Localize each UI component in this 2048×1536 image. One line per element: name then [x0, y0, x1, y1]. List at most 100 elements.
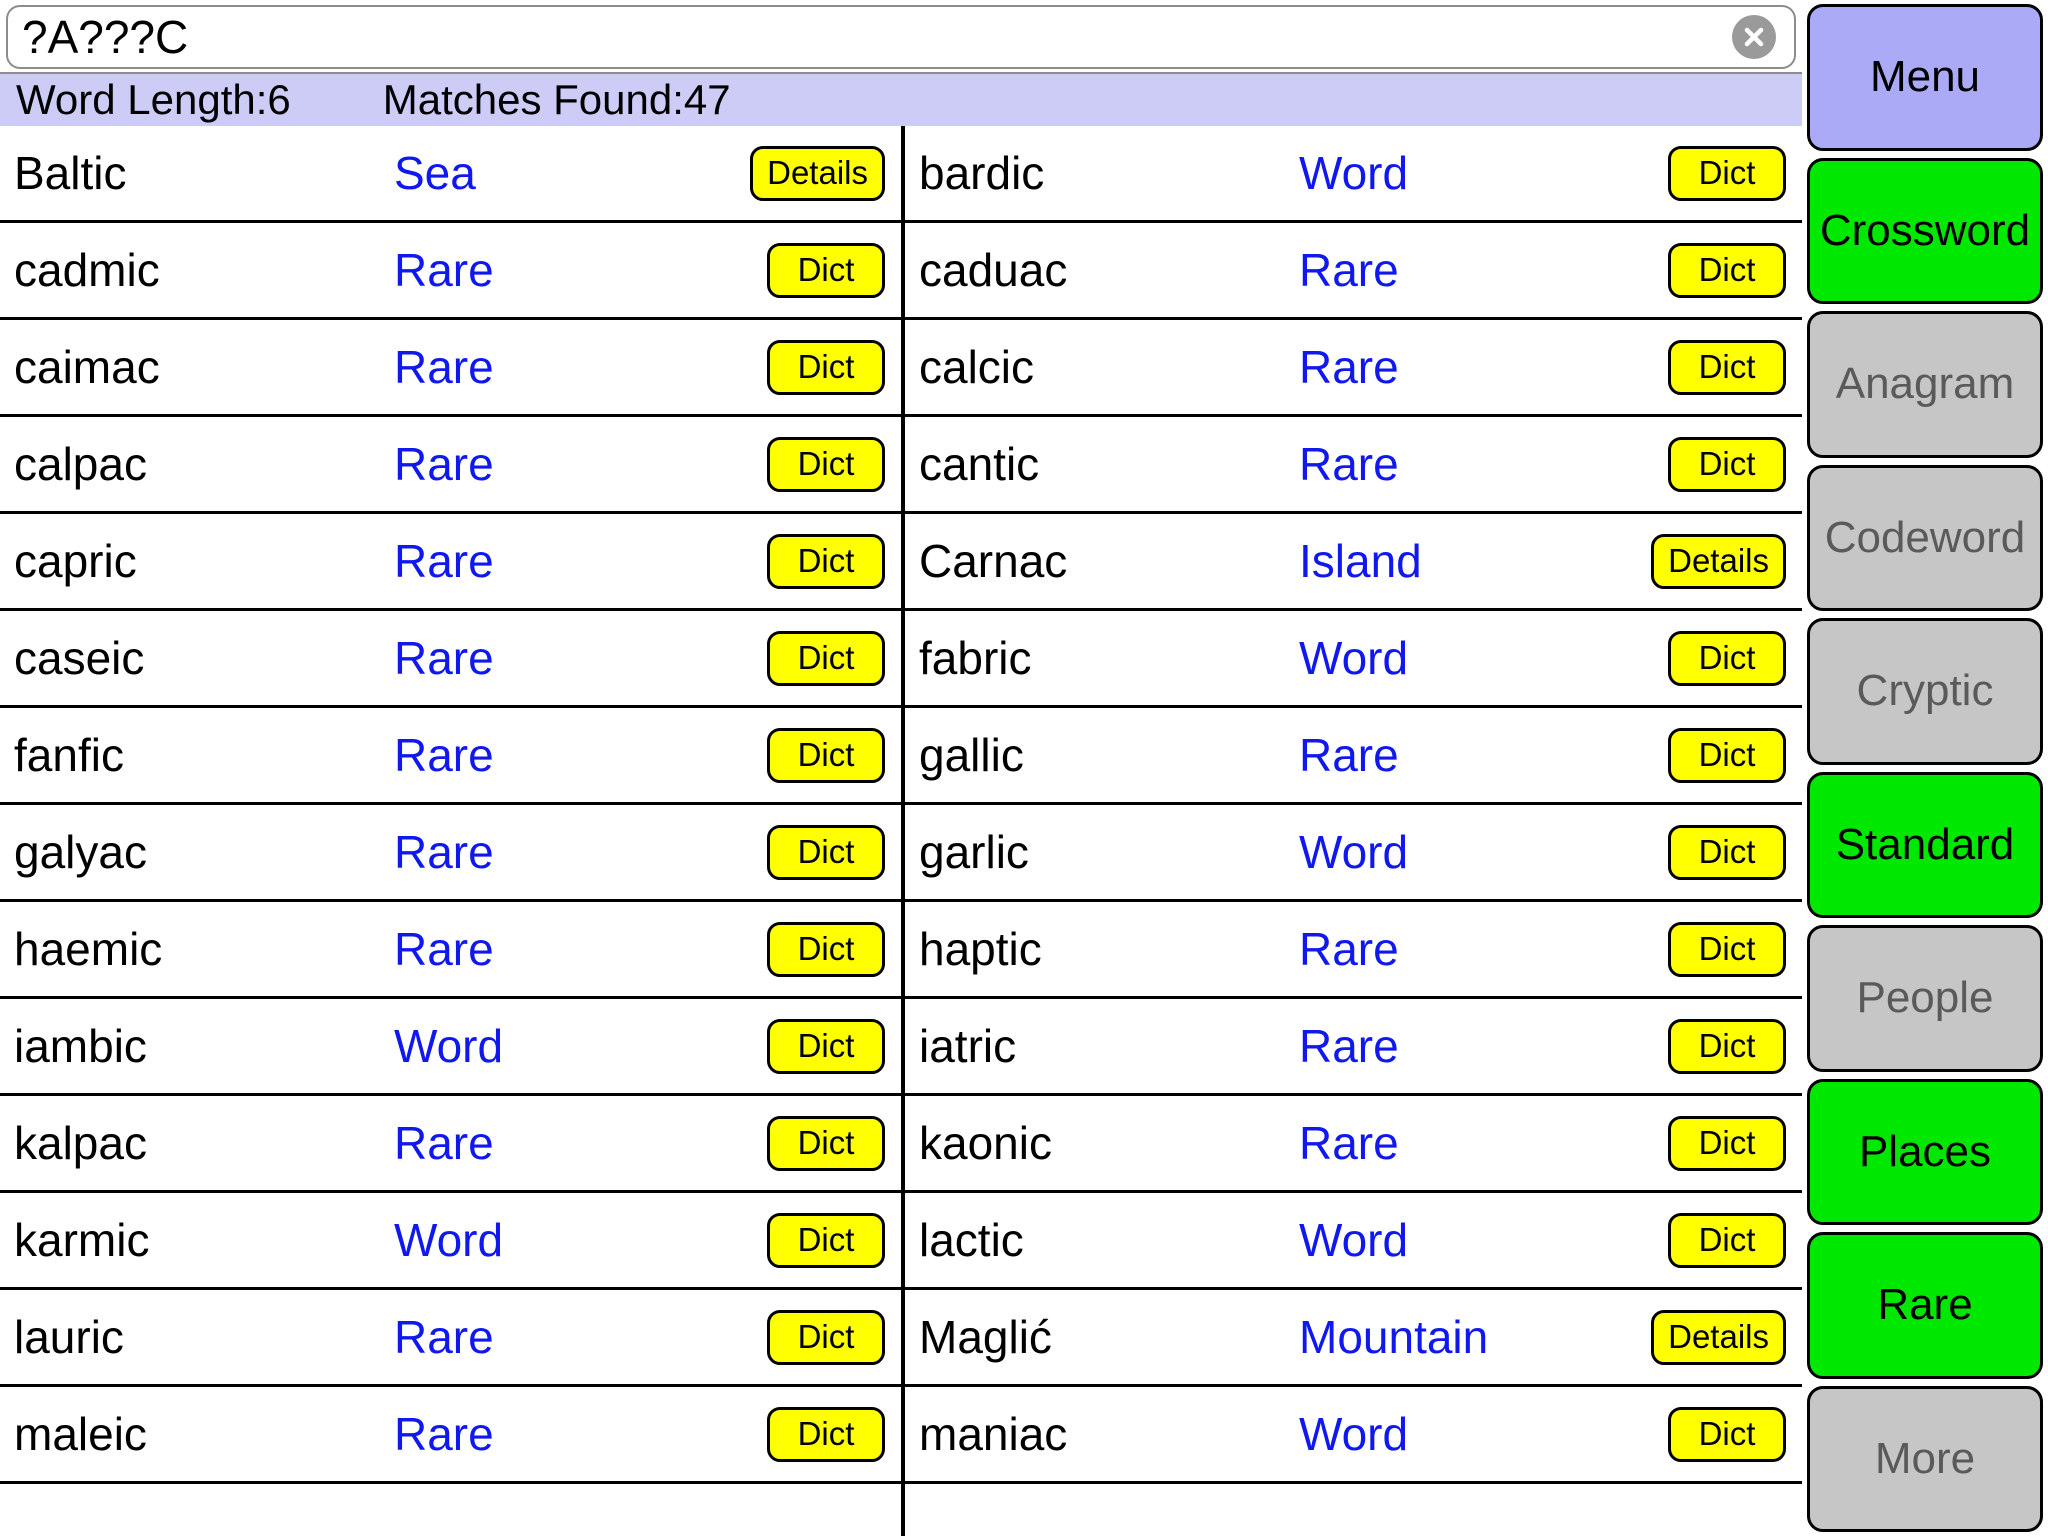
dict-button[interactable]: Dict	[1668, 1406, 1786, 1462]
table-row[interactable]: cadmic Rare Dict	[0, 223, 901, 320]
table-row[interactable]: caduac Rare Dict	[905, 223, 1802, 320]
dict-button[interactable]: Dict	[767, 1018, 885, 1074]
dict-button[interactable]: Dict	[1668, 630, 1786, 686]
table-row[interactable]: Maglić Mountain Details	[905, 1290, 1802, 1387]
dict-button[interactable]: Dict	[1668, 339, 1786, 395]
sidebar-item-crossword[interactable]: Crossword	[1807, 157, 2043, 304]
dict-button[interactable]: Dict	[1668, 727, 1786, 783]
search-bar[interactable]	[6, 5, 1796, 69]
result-category-link[interactable]: Mountain	[1299, 1310, 1626, 1364]
result-category-link[interactable]: Rare	[394, 825, 725, 879]
result-category-link[interactable]: Rare	[1299, 728, 1626, 782]
table-row[interactable]: capric Rare Dict	[0, 514, 901, 611]
dict-button[interactable]: Dict	[1668, 1018, 1786, 1074]
table-row[interactable]: haptic Rare Dict	[905, 902, 1802, 999]
result-category-link[interactable]: Rare	[1299, 437, 1626, 491]
result-category-link[interactable]: Island	[1299, 534, 1626, 588]
table-row[interactable]: fanfic Rare Dict	[0, 708, 901, 805]
details-button[interactable]: Details	[750, 145, 885, 201]
dict-button[interactable]: Dict	[767, 533, 885, 589]
table-row[interactable]: kalpac Rare Dict	[0, 1096, 901, 1193]
result-category-link[interactable]: Rare	[394, 534, 725, 588]
table-row[interactable]: cantic Rare Dict	[905, 417, 1802, 514]
result-category-link[interactable]: Rare	[394, 1407, 725, 1461]
dict-button[interactable]: Dict	[1668, 145, 1786, 201]
result-category-link[interactable]: Word	[394, 1019, 725, 1073]
table-row[interactable]: bardic Word Dict	[905, 126, 1802, 223]
table-row[interactable]: iatric Rare Dict	[905, 999, 1802, 1096]
result-category-link[interactable]: Sea	[394, 146, 725, 200]
table-row[interactable]: caseic Rare Dict	[0, 611, 901, 708]
table-row[interactable]: gallic Rare Dict	[905, 708, 1802, 805]
result-category-link[interactable]: Rare	[1299, 340, 1626, 394]
result-category-link[interactable]: Rare	[394, 1116, 725, 1170]
result-category-link[interactable]: Rare	[394, 1310, 725, 1364]
table-row[interactable]: Baltic Sea Details	[0, 126, 901, 223]
sidebar-item-anagram[interactable]: Anagram	[1807, 311, 2043, 458]
result-category-link[interactable]: Word	[1299, 146, 1626, 200]
sidebar-item-rare[interactable]: Rare	[1807, 1232, 2043, 1379]
result-category-link[interactable]: Rare	[394, 922, 725, 976]
details-button[interactable]: Details	[1651, 533, 1786, 589]
table-row[interactable]: Carnac Island Details	[905, 514, 1802, 611]
result-category-link[interactable]: Word	[394, 1213, 725, 1267]
dict-button[interactable]: Dict	[767, 921, 885, 977]
dict-button[interactable]: Dict	[767, 1406, 885, 1462]
dict-button[interactable]: Dict	[767, 242, 885, 298]
sidebar-item-places[interactable]: Places	[1807, 1078, 2043, 1225]
table-row[interactable]: galyac Rare Dict	[0, 805, 901, 902]
dict-button[interactable]: Dict	[1668, 1212, 1786, 1268]
result-category-link[interactable]: Word	[1299, 1407, 1626, 1461]
dict-button[interactable]: Dict	[1668, 921, 1786, 977]
dict-button[interactable]: Dict	[767, 630, 885, 686]
result-category-link[interactable]: Rare	[1299, 922, 1626, 976]
table-row[interactable]: kaonic Rare Dict	[905, 1096, 1802, 1193]
result-category-link[interactable]: Rare	[394, 340, 725, 394]
table-row[interactable]: calcic Rare Dict	[905, 320, 1802, 417]
result-category-link[interactable]: Rare	[394, 728, 725, 782]
dict-button[interactable]: Dict	[1668, 1115, 1786, 1171]
sidebar-item-standard[interactable]: Standard	[1807, 771, 2043, 918]
dict-button[interactable]: Dict	[767, 824, 885, 880]
dict-button[interactable]: Dict	[1668, 824, 1786, 880]
result-category-link[interactable]: Word	[1299, 1213, 1626, 1267]
result-category-link[interactable]: Rare	[1299, 1116, 1626, 1170]
table-row[interactable]: haemic Rare Dict	[0, 902, 901, 999]
table-row[interactable]: maniac Word Dict	[905, 1387, 1802, 1484]
clear-circle-x-icon[interactable]	[1732, 15, 1776, 59]
sidebar-item-menu[interactable]: Menu	[1807, 4, 2043, 151]
sidebar-item-people[interactable]: People	[1807, 925, 2043, 1072]
result-category-link[interactable]: Rare	[1299, 243, 1626, 297]
table-row[interactable]: lactic Word Dict	[905, 1193, 1802, 1290]
table-row[interactable]: caimac Rare Dict	[0, 320, 901, 417]
table-row[interactable]: lauric Rare Dict	[0, 1290, 901, 1387]
sidebar-item-cryptic[interactable]: Cryptic	[1807, 618, 2043, 765]
details-button[interactable]: Details	[1651, 1309, 1786, 1365]
table-row[interactable]: garlic Word Dict	[905, 805, 1802, 902]
sidebar-item-more[interactable]: More	[1807, 1385, 2043, 1532]
dict-button[interactable]: Dict	[1668, 242, 1786, 298]
result-category-link[interactable]: Rare	[394, 437, 725, 491]
result-word: cantic	[919, 438, 1040, 490]
table-row[interactable]: calpac Rare Dict	[0, 417, 901, 514]
result-category-link[interactable]: Rare	[1299, 1019, 1626, 1073]
dict-button[interactable]: Dict	[767, 339, 885, 395]
result-category-link[interactable]: Rare	[394, 631, 725, 685]
dict-button[interactable]: Dict	[1668, 436, 1786, 492]
dict-button[interactable]: Dict	[767, 436, 885, 492]
result-category-link[interactable]: Word	[1299, 631, 1626, 685]
dict-button[interactable]: Dict	[767, 1212, 885, 1268]
table-row[interactable]: maleic Rare Dict	[0, 1387, 901, 1484]
table-row[interactable]	[0, 1484, 901, 1536]
dict-button[interactable]: Dict	[767, 1115, 885, 1171]
sidebar-item-codeword[interactable]: Codeword	[1807, 464, 2043, 611]
dict-button[interactable]: Dict	[767, 727, 885, 783]
result-category-link[interactable]: Rare	[394, 243, 725, 297]
dict-button[interactable]: Dict	[767, 1309, 885, 1365]
search-input[interactable]	[8, 9, 1794, 65]
table-row[interactable]: iambic Word Dict	[0, 999, 901, 1096]
table-row[interactable]	[905, 1484, 1802, 1536]
table-row[interactable]: karmic Word Dict	[0, 1193, 901, 1290]
result-category-link[interactable]: Word	[1299, 825, 1626, 879]
table-row[interactable]: fabric Word Dict	[905, 611, 1802, 708]
